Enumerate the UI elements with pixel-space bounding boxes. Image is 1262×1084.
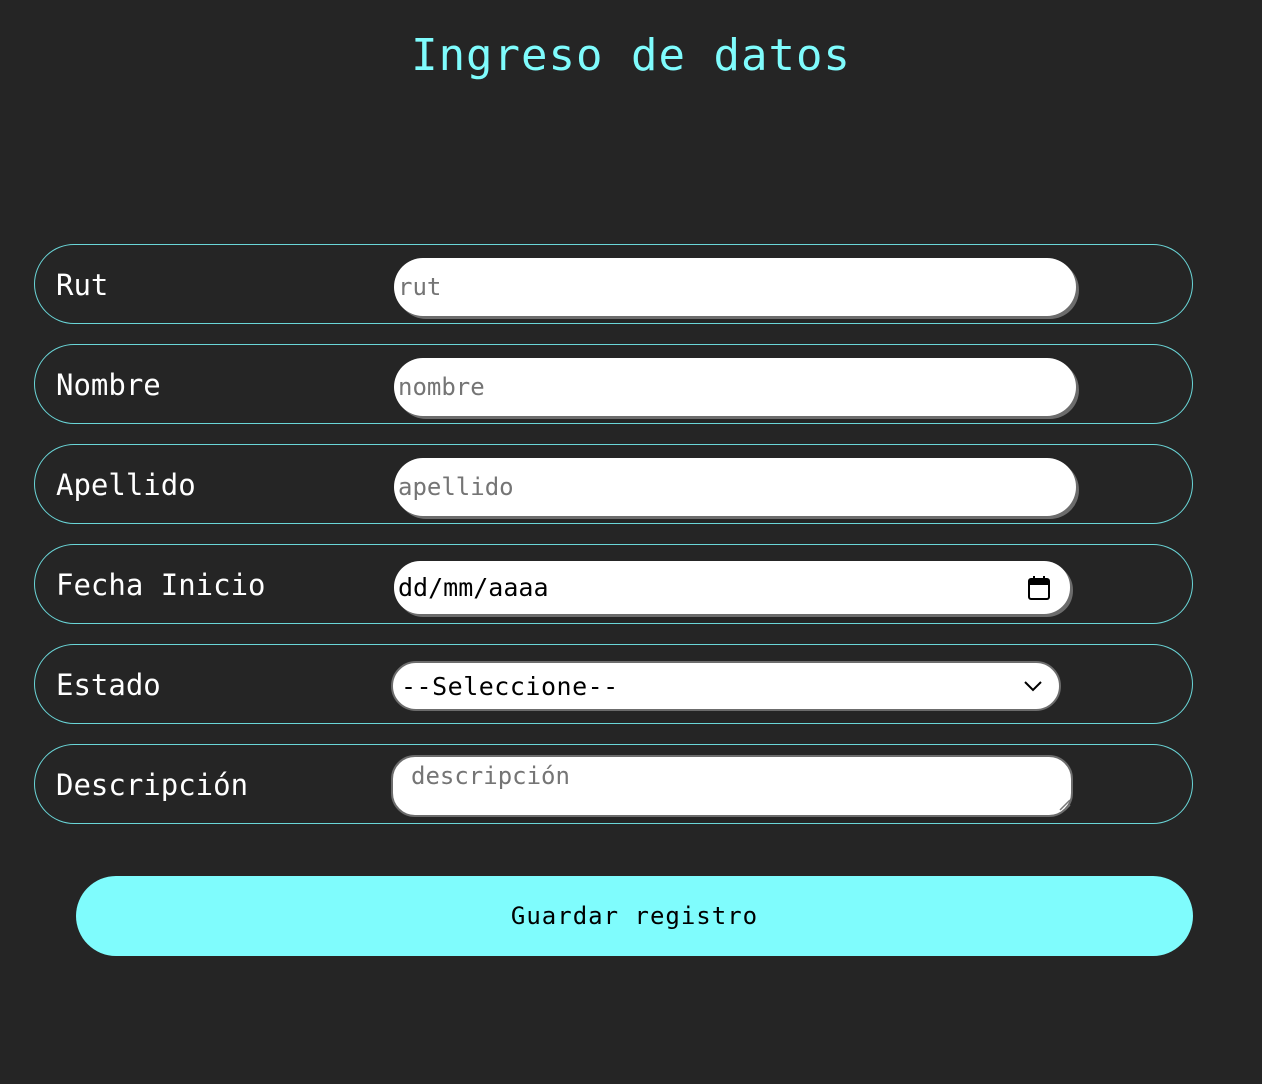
rut-input[interactable] xyxy=(394,258,1076,316)
nombre-input[interactable] xyxy=(394,358,1076,416)
chevron-down-icon xyxy=(1024,681,1042,692)
calendar-icon[interactable] xyxy=(1028,575,1050,600)
page-title: Ingreso de datos xyxy=(411,30,851,81)
rut-label: Rut xyxy=(56,268,109,302)
data-entry-form: Rut Nombre Apellido Fecha Inicio dd/mm/a… xyxy=(34,244,1193,844)
fecha-inicio-date-input[interactable]: dd/mm/aaaa xyxy=(394,561,1070,614)
rut-row: Rut xyxy=(34,244,1193,324)
apellido-input[interactable] xyxy=(394,458,1076,516)
estado-label: Estado xyxy=(56,668,161,702)
estado-select[interactable]: --Seleccione-- xyxy=(391,661,1061,711)
save-record-button[interactable]: Guardar registro xyxy=(76,876,1193,956)
date-format-text: dd/mm/aaaa xyxy=(398,573,549,602)
fecha-inicio-row: Fecha Inicio dd/mm/aaaa xyxy=(34,544,1193,624)
apellido-row: Apellido xyxy=(34,444,1193,524)
nombre-row: Nombre xyxy=(34,344,1193,424)
apellido-label: Apellido xyxy=(56,468,196,502)
descripcion-textarea[interactable] xyxy=(391,755,1073,817)
estado-selected-value: --Seleccione-- xyxy=(401,671,619,701)
descripcion-row: Descripción xyxy=(34,744,1193,824)
estado-row: Estado --Seleccione-- xyxy=(34,644,1193,724)
descripcion-label: Descripción xyxy=(56,768,249,802)
nombre-label: Nombre xyxy=(56,368,161,402)
resize-handle-icon[interactable] xyxy=(1057,797,1071,811)
fecha-inicio-label: Fecha Inicio xyxy=(56,568,266,602)
